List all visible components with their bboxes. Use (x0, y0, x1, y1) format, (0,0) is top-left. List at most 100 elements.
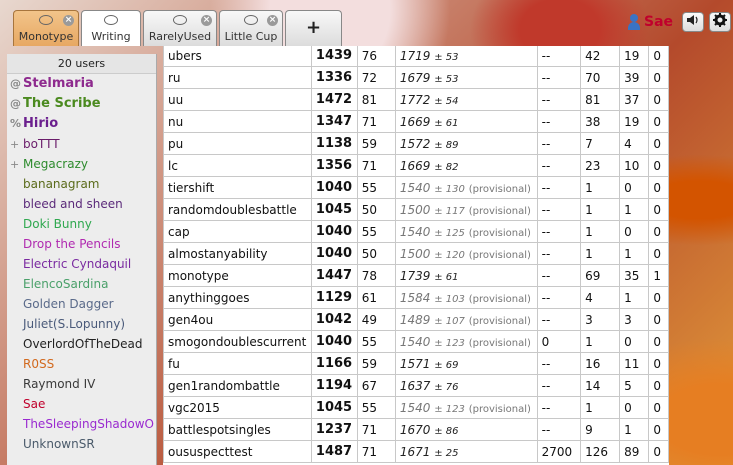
user-name: Megacrazy (23, 157, 88, 171)
user-name: Golden Dagger (23, 297, 114, 311)
gxe-cell: 50 (356, 198, 396, 221)
coil-cell: -- (536, 220, 582, 243)
glicko-cell: 1739 ± 61 (394, 264, 538, 287)
glicko-deviation: ± 61 (434, 271, 459, 283)
elo-cell: 1487 (310, 440, 358, 463)
format-cell: tiershift (163, 176, 312, 199)
room-tabs: × Monotype Writing × RarelyUsed × Little… (13, 10, 342, 46)
format-cell: anythinggoes (163, 286, 312, 309)
tab-rarelyused[interactable]: × RarelyUsed (143, 10, 217, 46)
user-list-item[interactable]: + Megacrazy (7, 154, 156, 174)
glicko-cell: 1489 ± 107 (provisional) (394, 308, 538, 331)
format-cell: cap (163, 220, 312, 243)
glicko-deviation: ± 82 (434, 161, 459, 173)
elo-cell: 1447 (310, 264, 358, 287)
ties-cell: 0 (648, 110, 669, 133)
losses-cell: 1 (619, 286, 650, 309)
gxe-cell: 78 (356, 264, 396, 287)
user-list-item[interactable]: Juliet(S.Lopunny) (7, 314, 156, 334)
user-list: 20 users @ Stelmaria @ The Scribe% Hirio + boT… (7, 54, 157, 465)
ladder-row: oususpecttest 1487 71 1671 ± 25 2700 126 89 0 (163, 440, 669, 463)
tab-monotype[interactable]: × Monotype (13, 10, 79, 46)
settings-button[interactable] (709, 12, 731, 32)
user-list-item[interactable]: @ Stelmaria (7, 74, 156, 94)
user-name: Electric Cyndaquil (23, 257, 132, 271)
wins-cell: 69 (580, 264, 621, 287)
user-list-item[interactable]: Doki Bunny (7, 214, 156, 234)
gxe-cell: 81 (356, 88, 396, 111)
ladder-row: fu 1166 59 1571 ± 69 -- 16 11 0 (163, 352, 669, 375)
glicko-deviation: ± 69 (434, 359, 459, 371)
user-name: Raymond IV (23, 377, 96, 391)
losses-cell: 1 (619, 242, 650, 265)
user-list-item[interactable]: OverlordOfTheDead (7, 334, 156, 354)
gxe-cell: 71 (356, 440, 396, 463)
glicko-cell: 1572 ± 89 (394, 132, 538, 155)
glicko-value: 1719 (399, 48, 431, 63)
ties-cell: 0 (648, 66, 669, 89)
close-icon[interactable]: × (63, 15, 74, 26)
wins-cell: 16 (580, 352, 621, 375)
user-list-item[interactable]: TheSleepingShadowO (7, 414, 156, 434)
gear-icon (713, 13, 727, 27)
gxe-cell: 61 (356, 286, 396, 309)
losses-cell: 0 (619, 396, 650, 419)
user-name: bleed and sheen (23, 197, 123, 211)
coil-cell: 0 (536, 330, 582, 353)
format-cell: gen4ou (163, 308, 312, 331)
username: Sae (644, 14, 674, 30)
ties-cell: 0 (648, 46, 669, 67)
wins-cell: 14 (580, 374, 621, 397)
close-icon[interactable]: × (201, 15, 212, 26)
glicko-value: 1572 (399, 136, 431, 151)
glicko-cell: 1584 ± 103 (provisional) (394, 286, 538, 309)
user-list-item[interactable]: Drop the Pencils (7, 234, 156, 254)
glicko-cell: 1671 ± 25 (394, 440, 538, 463)
coil-cell: -- (536, 264, 582, 287)
coil-cell: -- (536, 88, 582, 111)
user-list-item[interactable]: bananagram (7, 174, 156, 194)
new-tab-button[interactable]: + (285, 10, 342, 46)
provisional-tag: (provisional) (468, 249, 531, 261)
tab-little-cup[interactable]: × Little Cup (219, 10, 283, 46)
user-list-item[interactable]: UnknownSR (7, 434, 156, 454)
ladder-row: pu 1138 59 1572 ± 89 -- 7 4 0 (163, 132, 669, 155)
ties-cell: 0 (648, 440, 669, 463)
gxe-cell: 55 (356, 176, 396, 199)
sound-button[interactable] (682, 12, 704, 32)
tab-label: Little Cup (224, 30, 278, 43)
user-list-item[interactable]: Sae (7, 394, 156, 414)
format-cell: ru (163, 66, 312, 89)
tab-writing[interactable]: Writing (81, 10, 141, 46)
chat-bubble-icon (244, 15, 258, 25)
glicko-deviation: ± 123 (434, 337, 465, 349)
gxe-cell: 71 (356, 154, 396, 177)
glicko-cell: 1669 ± 61 (394, 110, 538, 133)
close-icon[interactable]: × (267, 15, 278, 26)
format-cell: ubers (163, 46, 312, 67)
glicko-cell: 1679 ± 53 (394, 66, 538, 89)
glicko-value: 1772 (399, 92, 431, 107)
user-list-item[interactable]: + boTTT (7, 134, 156, 154)
user-list-item[interactable]: ElencoSardina (7, 274, 156, 294)
gxe-cell: 76 (356, 46, 396, 67)
user-list-item[interactable]: Raymond IV (7, 374, 156, 394)
glicko-value: 1540 (399, 334, 431, 349)
glicko-value: 1670 (399, 422, 431, 437)
glicko-value: 1637 (399, 378, 431, 393)
user-list-item[interactable]: R0SS (7, 354, 156, 374)
gxe-cell: 55 (356, 396, 396, 419)
user-name: boTTT (23, 137, 60, 151)
coil-cell: -- (536, 198, 582, 221)
user-list-item[interactable]: Golden Dagger (7, 294, 156, 314)
user-name: ElencoSardina (23, 277, 109, 291)
elo-cell: 1356 (310, 154, 358, 177)
user-list-item[interactable]: @ The Scribe (7, 94, 156, 114)
user-list-item[interactable]: bleed and sheen (7, 194, 156, 214)
provisional-tag: (provisional) (468, 205, 531, 217)
user-list-item[interactable]: Electric Cyndaquil (7, 254, 156, 274)
elo-cell: 1042 (310, 308, 358, 331)
user-list-item[interactable]: % Hirio (7, 114, 156, 134)
user-name: Hirio (23, 116, 59, 131)
user-button[interactable]: Sae (627, 12, 673, 32)
